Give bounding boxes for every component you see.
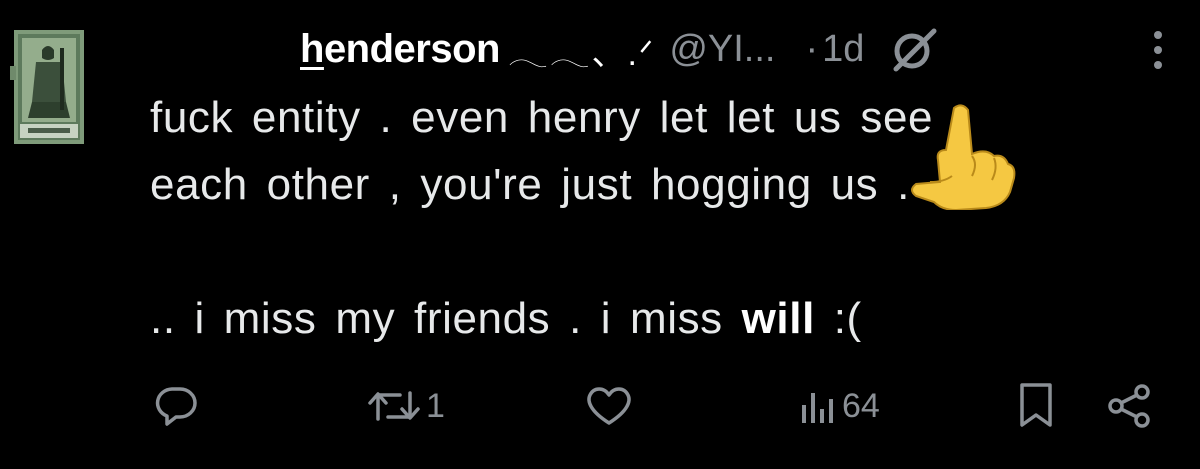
repost-button[interactable]: 1: [366, 378, 445, 434]
views-icon: [802, 393, 833, 423]
bookmark-button[interactable]: [1016, 378, 1056, 434]
name-decoration: 𓂃𓂃、.ᐟ: [507, 35, 656, 73]
heart-icon: [587, 387, 631, 425]
tweet-header: henderson 𓂃𓂃、.ᐟ @YI... · 1d: [300, 22, 938, 76]
display-name[interactable]: henderson: [300, 27, 500, 72]
bold-word: will: [741, 294, 815, 343]
more-vertical-icon[interactable]: [1152, 30, 1164, 70]
pointing-hand-icon: [911, 104, 1016, 210]
share-button[interactable]: [1106, 378, 1154, 434]
views-count: 64: [842, 386, 880, 425]
user-handle[interactable]: @YI...: [669, 28, 775, 71]
tweet-line-3: .. i miss my friends . i miss will :(: [150, 294, 862, 343]
like-button[interactable]: [584, 378, 638, 434]
repost-count: 1: [426, 386, 445, 425]
reply-button[interactable]: [152, 378, 202, 434]
avatar-image: [10, 30, 84, 144]
views-button[interactable]: 64: [798, 378, 880, 434]
bookmark-icon: [1020, 383, 1052, 427]
grok-icon[interactable]: [890, 25, 938, 73]
reply-icon: [155, 387, 197, 426]
separator-dot: ·: [805, 27, 819, 70]
share-icon: [1108, 384, 1150, 428]
action-bar: 1 64: [0, 378, 1200, 434]
repost-icon: [368, 391, 420, 421]
timestamp[interactable]: 1d: [822, 28, 864, 71]
avatar[interactable]: [10, 28, 88, 146]
